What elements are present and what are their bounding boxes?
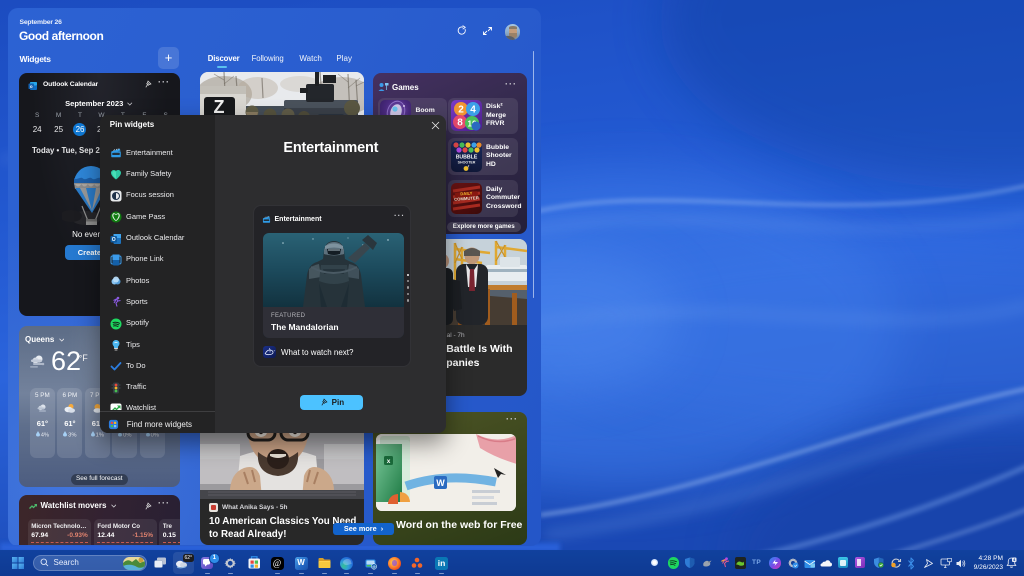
svg-text:4: 4 [470, 105, 476, 116]
svg-text:o: o [29, 84, 32, 89]
svg-text:Z: Z [214, 97, 225, 117]
svg-text:W: W [436, 478, 445, 488]
svg-text:2: 2 [458, 105, 464, 116]
svg-text:8: 8 [457, 118, 463, 129]
svg-text:x: x [387, 458, 391, 465]
svg-text:SHOOTER: SHOOTER [457, 161, 475, 165]
svg-text:+: + [274, 349, 276, 353]
svg-text:@: @ [372, 564, 376, 568]
svg-text:O: O [111, 237, 115, 243]
